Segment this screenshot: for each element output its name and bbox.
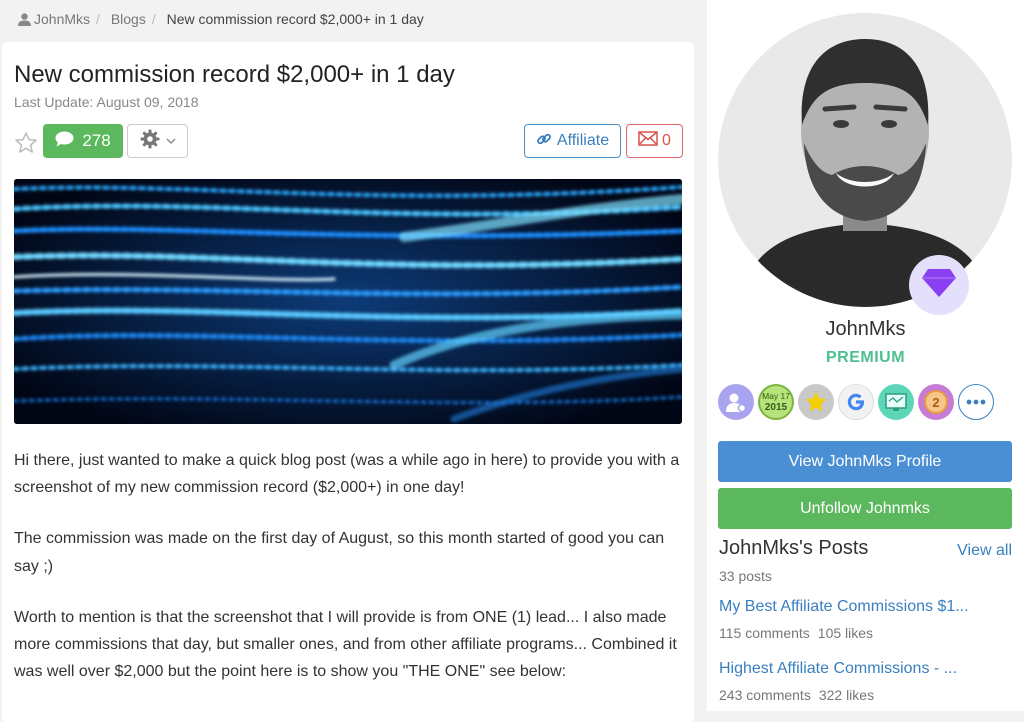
screen-icon[interactable] [878,384,914,420]
mail-button[interactable]: 0 [626,124,683,158]
unfollow-button[interactable]: Unfollow Johnmks [718,488,1012,529]
post-meta: 115 comments 105 likes [719,625,873,641]
affiliate-button[interactable]: Affiliate [524,124,621,158]
article-body: Hi there, just wanted to make a quick bl… [14,447,686,709]
user-gear-icon[interactable] [718,384,754,420]
post-link[interactable]: My Best Affiliate Commissions $1... [719,598,969,616]
post-meta: 243 comments 322 likes [719,687,874,703]
svg-text:2015: 2015 [765,402,788,413]
paragraph: Hi there, just wanted to make a quick bl… [14,452,680,497]
view-profile-button[interactable]: View JohnMks Profile [718,441,1012,482]
breadcrumb: JohnMks / Blogs / New commission record $2… [18,11,424,29]
profile-username: JohnMks [825,318,906,340]
user-icon [18,13,31,29]
diamond-icon [921,268,957,303]
paragraph: The commission was made on the first day… [14,530,665,575]
avatar[interactable] [718,13,1012,307]
post-comments: 115 comments [719,625,810,641]
page-title: New commission record $2,000+ in 1 day [14,61,455,88]
comment-bubble-icon [55,131,74,152]
affiliate-label: Affiliate [556,132,610,149]
chevron-down-icon [166,132,176,150]
medal-number: 2 [932,395,939,410]
date-badge-icon[interactable]: May 17 2015 [758,384,794,420]
settings-dropdown-button[interactable] [127,124,188,158]
paragraph: Worth to mention is that the screenshot … [14,608,677,681]
breadcrumb-user-link[interactable]: JohnMks [34,11,90,27]
star-icon[interactable] [798,384,834,420]
gear-icon [140,129,160,154]
post-likes: 105 likes [817,625,874,641]
medal-2-icon[interactable]: 2 [918,384,954,420]
profile-sidebar: JohnMks PREMIUM May 17 2015 2 View JohnM… [707,0,1024,711]
date-badge-day: May 17 [762,391,790,401]
post-link[interactable]: Highest Affiliate Commissions - ... [719,660,957,678]
article-card: New commission record $2,000+ in 1 day L… [2,42,694,722]
hero-image [14,179,682,424]
link-icon [536,131,552,152]
envelope-icon [638,131,658,151]
more-icon[interactable] [958,384,994,420]
posts-heading: JohnMks's Posts [719,537,869,559]
post-comments: 243 comments [719,687,811,703]
view-all-link[interactable]: View all [957,542,1012,560]
breadcrumb-current: New commission record $2,000+ in 1 day [166,11,424,27]
comments-button[interactable]: 278 [43,124,123,158]
membership-rank: PREMIUM [825,349,906,366]
posts-count: 33 posts [719,568,772,584]
last-update: Last Update: August 09, 2018 [14,94,199,110]
favorite-star-icon[interactable] [14,131,38,155]
premium-diamond-badge [909,255,969,315]
post-likes: 322 likes [818,687,875,703]
comments-count: 278 [82,131,111,150]
mail-count: 0 [662,132,671,149]
google-icon[interactable] [838,384,874,420]
achievement-badges: May 17 2015 2 [718,384,994,420]
breadcrumb-blogs-link[interactable]: Blogs [111,11,146,27]
